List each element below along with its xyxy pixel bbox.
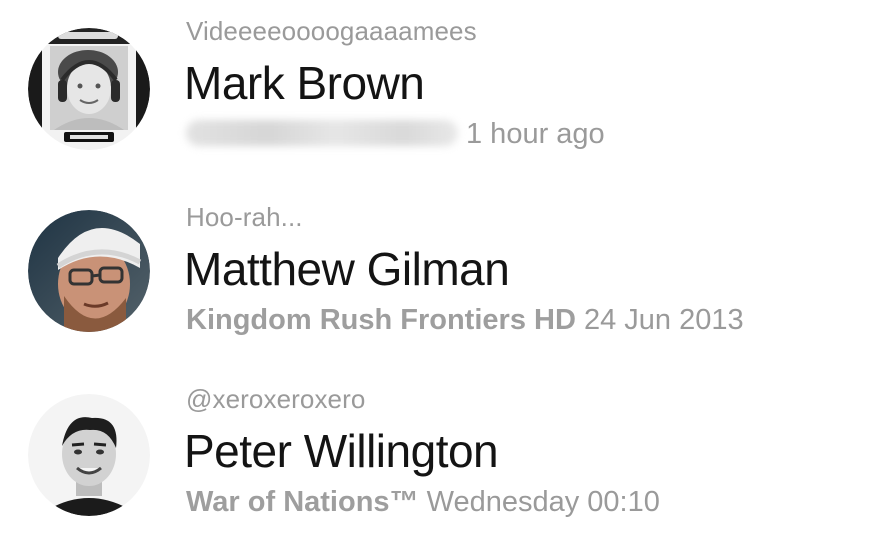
friend-status-text: Videeeeoooogaaaamees — [186, 16, 477, 46]
avatar[interactable] — [28, 28, 150, 150]
avatar[interactable] — [28, 394, 150, 516]
user-photo-icon — [28, 394, 150, 516]
last-seen-time: 1 hour ago — [466, 118, 605, 150]
friend-activity: War of Nations™ Wednesday 00:10 — [186, 486, 660, 519]
last-seen-time: Wednesday 00:10 — [426, 486, 660, 518]
friends-list: Videeeeoooogaaaamees Mark Brown 1 hour a… — [0, 0, 870, 560]
avatar[interactable] — [28, 210, 150, 332]
blurred-game-title — [186, 120, 458, 146]
friend-status-text: @xeroxeroxero — [186, 384, 366, 414]
friend-row-mark-brown[interactable]: Videeeeoooogaaaamees Mark Brown 1 hour a… — [0, 0, 870, 180]
last-seen-time: 24 Jun 2013 — [583, 304, 744, 336]
friend-row-peter-willington[interactable]: @xeroxeroxero Peter Willington War of Na… — [0, 368, 870, 548]
friend-name[interactable]: Matthew Gilman — [184, 242, 510, 296]
friend-activity: 1 hour ago — [186, 118, 605, 151]
game-title[interactable]: War of Nations™ — [186, 486, 419, 518]
friend-name[interactable]: Mark Brown — [184, 56, 425, 110]
friend-status-text: Hoo-rah... — [186, 202, 303, 232]
user-photo-icon — [28, 210, 150, 332]
game-title[interactable]: Kingdom Rush Frontiers HD — [186, 304, 576, 336]
friend-activity: Kingdom Rush Frontiers HD 24 Jun 2013 — [186, 304, 744, 337]
user-photo-icon — [28, 28, 150, 150]
friend-row-matthew-gilman[interactable]: Hoo-rah... Matthew Gilman Kingdom Rush F… — [0, 184, 870, 364]
friend-name[interactable]: Peter Willington — [184, 424, 499, 478]
